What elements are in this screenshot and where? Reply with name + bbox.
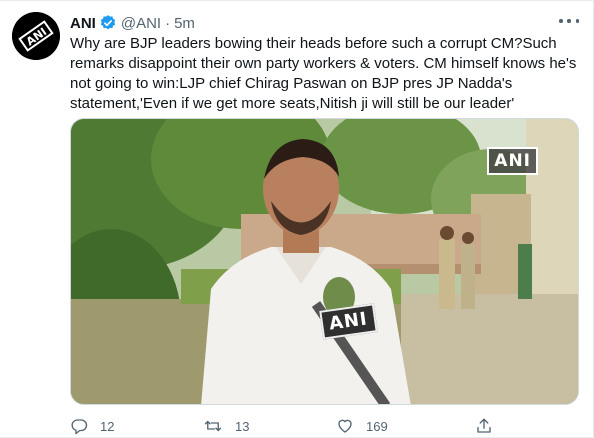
retweet-icon (204, 420, 222, 432)
reply-button[interactable]: 12 (70, 417, 114, 435)
tweet-text-line: not going to win:LJP chief Chirag Paswan… (70, 75, 513, 92)
tweet-card[interactable]: ANI ANI @ANI · 5m Why are BJP leaders bo… (0, 0, 594, 438)
retweet-count: 13 (235, 418, 250, 434)
retweet-button[interactable]: 13 (203, 417, 249, 435)
author-name[interactable]: ANI (70, 15, 96, 32)
tweet-text-line: Why are BJP leaders bowing their heads b… (70, 35, 557, 52)
ani-logo-icon: ANI (12, 12, 60, 60)
author-handle[interactable]: @ANI (121, 15, 161, 32)
verified-badge-icon (99, 14, 117, 32)
tweet-header: ANI @ANI · 5m (70, 13, 195, 33)
tweet-text: Why are BJP leaders bowing their heads b… (70, 34, 578, 114)
tweet-text-line: remarks disappoint their own party worke… (70, 55, 577, 72)
more-options-icon[interactable] (559, 13, 579, 29)
tweet-media-image[interactable]: ANI ANI (70, 118, 579, 405)
tweet-timestamp[interactable]: 5m (174, 15, 195, 32)
tweet-actions: 12 13 169 (70, 416, 510, 436)
tweet-text-line: statement,'Even if we get more seats,Nit… (70, 95, 515, 112)
reply-icon (71, 419, 88, 435)
ani-watermark: ANI (487, 147, 538, 175)
share-icon (477, 418, 491, 433)
reply-count: 12 (100, 418, 115, 434)
like-button[interactable]: 169 (336, 417, 388, 435)
like-count: 169 (366, 418, 388, 434)
like-icon (338, 419, 352, 433)
avatar[interactable]: ANI (12, 12, 60, 60)
header-separator: · (165, 14, 171, 32)
share-button[interactable] (475, 417, 493, 435)
